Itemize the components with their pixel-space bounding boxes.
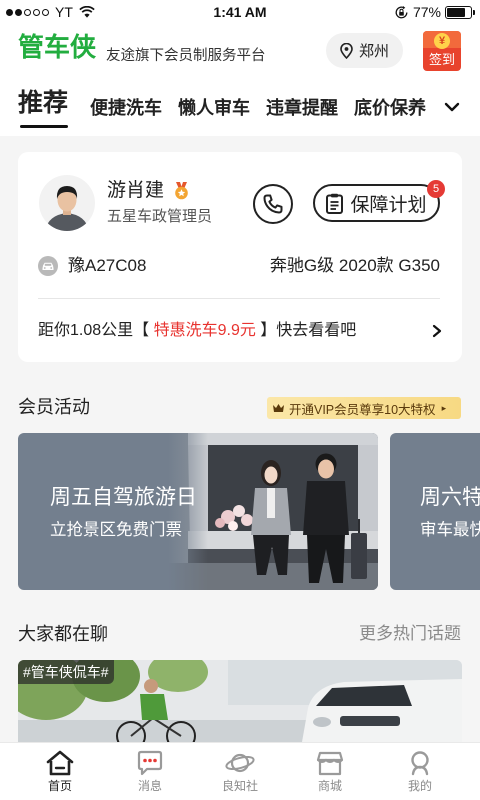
nav-label: 首页 — [47, 779, 72, 793]
banner-title: 周五自驾旅游日 — [50, 486, 197, 509]
car-icon — [38, 256, 58, 276]
manager-card: 游肖建 五星车政管理员 保障计划 5 豫A27C08 奔驰G级 2020款 G3… — [18, 152, 462, 362]
city-selector[interactable]: 郑州 — [326, 33, 403, 68]
active-tab-indicator — [20, 125, 68, 128]
nav-store[interactable]: 商城 — [285, 743, 375, 800]
crown-icon — [273, 404, 284, 412]
topic-tag[interactable]: #管车侠侃车# — [18, 660, 114, 684]
rotation-lock-icon — [395, 5, 408, 18]
nav-messages[interactable]: 消息 — [105, 743, 195, 800]
manager-name: 游肖建 — [107, 180, 165, 201]
banner-photo — [168, 433, 378, 590]
vip-upgrade-button[interactable]: 开通VIP会员尊享10大特权 ▸ — [267, 397, 461, 419]
status-right: 77% — [394, 4, 475, 20]
store-icon — [316, 751, 344, 776]
person-icon — [411, 751, 429, 776]
nav-label: 我的 — [407, 779, 432, 793]
member-activities-title: 会员活动 — [18, 397, 90, 417]
chevron-down-icon[interactable] — [443, 98, 461, 116]
banner-subtitle: 审车最快 — [420, 521, 480, 539]
chevron-right-icon[interactable] — [430, 324, 444, 338]
vip-arrow-icon: ▸ — [441, 402, 447, 413]
activity-carousel[interactable]: 周五自驾旅游日 立抢景区免费门票 周六特 审车最快 — [0, 433, 480, 590]
location-pin-icon — [340, 42, 353, 59]
medal-icon — [175, 182, 188, 200]
nav-home[interactable]: 首页 — [15, 743, 105, 800]
avatar[interactable] — [39, 175, 95, 231]
sign-in-label: 签到 — [428, 52, 455, 67]
promo-suffix: 】快去看看吧 — [255, 322, 357, 339]
more-topics-link[interactable]: 更多热门话题 — [359, 623, 461, 645]
sign-in-icon[interactable]: ¥ 签到 — [423, 31, 461, 71]
photo-fade — [168, 433, 208, 590]
app-screen: YT 1:41 AM 77% 管车侠 友途旗下会员制服务平台 郑州 ¥ 签到 推… — [0, 0, 480, 800]
app-logo: 管车侠 — [18, 32, 97, 62]
tab-car-wash[interactable]: 便捷洗车 — [90, 97, 162, 119]
promo-prefix: 距你1.08公里【 — [38, 322, 154, 339]
discussion-title: 大家都在聊 — [18, 624, 108, 644]
banner-subtitle: 立抢景区免费门票 — [50, 521, 182, 539]
vip-upgrade-label: 开通VIP会员尊享10大特权 — [289, 402, 436, 417]
card-divider — [38, 298, 440, 299]
clipboard-icon — [326, 193, 344, 214]
activity-banner[interactable]: 周五自驾旅游日 立抢景区免费门票 — [18, 433, 378, 590]
city-name: 郑州 — [358, 43, 389, 60]
avatar-image — [39, 175, 95, 231]
tab-recommend[interactable]: 推荐 — [18, 88, 68, 118]
protection-plan-button[interactable]: 保障计划 — [313, 184, 440, 222]
phone-icon — [263, 194, 283, 214]
promo-highlight: 特惠洗车9.9元 — [153, 322, 256, 339]
car-wash-promo[interactable]: 距你1.08公里【 特惠洗车9.9元 】快去看看吧 — [38, 321, 356, 341]
battery-icon — [445, 5, 475, 19]
bottom-nav: 首页 消息 良知社 商城 我的 — [0, 742, 480, 800]
status-bar: YT 1:41 AM 77% — [0, 0, 480, 24]
tab-inspection[interactable]: 懒人审车 — [178, 97, 250, 119]
call-button[interactable] — [253, 184, 293, 224]
nav-label: 商城 — [317, 779, 342, 793]
photo-car — [302, 679, 462, 742]
topic-card[interactable]: #管车侠侃车# — [18, 660, 462, 742]
car-model: 奔驰G级 2020款 G350 — [269, 256, 440, 275]
nav-label: 消息 — [137, 779, 162, 793]
nav-community[interactable]: 良知社 — [195, 743, 285, 800]
message-icon — [137, 750, 163, 776]
tab-violation-alert[interactable]: 违章提醒 — [266, 97, 338, 119]
planet-icon — [225, 753, 255, 773]
nav-label: 良知社 — [221, 779, 258, 793]
manager-role: 五星车政管理员 — [107, 208, 213, 225]
notification-badge: 5 — [427, 180, 445, 198]
protection-plan-label: 保障计划 — [350, 194, 427, 216]
tab-maintenance[interactable]: 底价保养 — [354, 97, 426, 119]
nav-profile[interactable]: 我的 — [375, 743, 465, 800]
coin-icon: ¥ — [434, 33, 450, 49]
banner-title: 周六特 — [420, 486, 480, 509]
battery-level-fill — [447, 7, 465, 17]
car-plate: 豫A27C08 — [68, 256, 147, 275]
app-slogan: 友途旗下会员制服务平台 — [106, 48, 266, 64]
home-icon — [46, 750, 74, 776]
battery-percent: 77% — [412, 4, 441, 20]
activity-banner[interactable]: 周六特 审车最快 — [390, 433, 480, 590]
